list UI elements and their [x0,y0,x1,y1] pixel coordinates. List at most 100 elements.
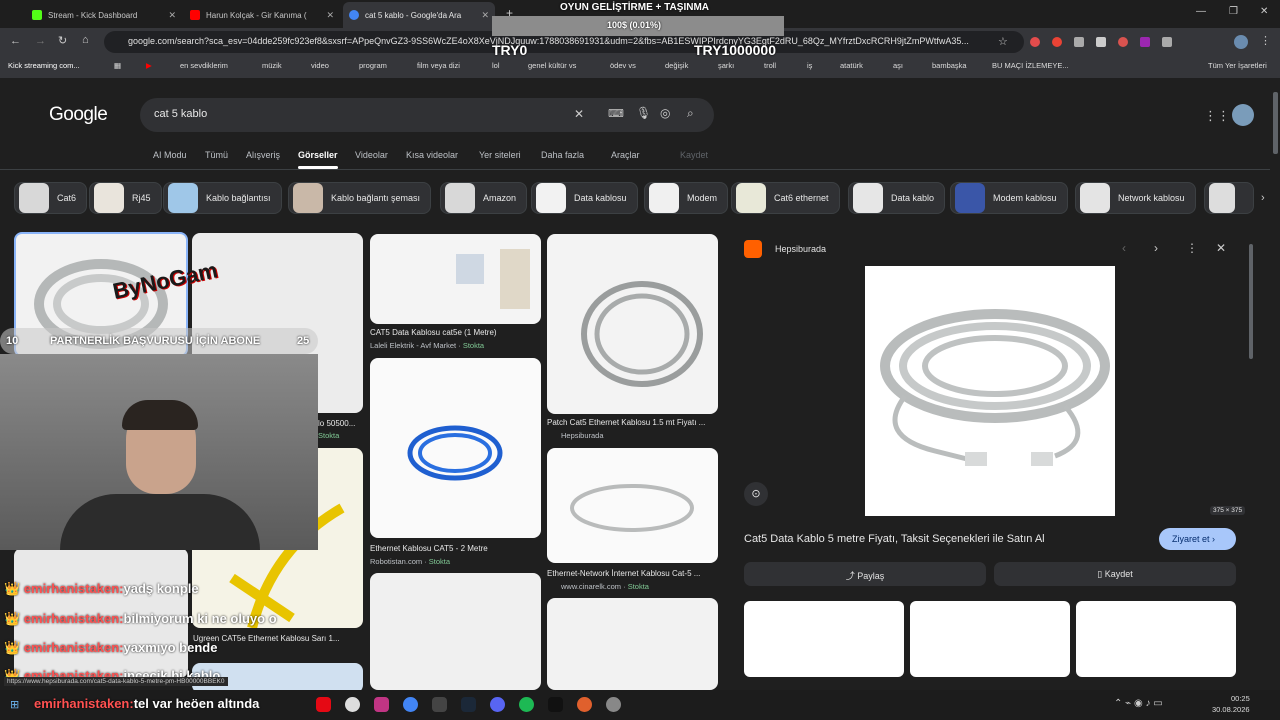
preview-title[interactable]: Cat5 Data Kablo 5 metre Fiyatı, Taksit S… [744,533,1045,545]
tab-short-videos[interactable]: Kısa videolar [406,150,458,160]
chip-amazon[interactable]: Amazon [440,182,528,214]
bookmark-folder[interactable]: video [311,61,329,70]
result-image[interactable] [370,573,541,690]
result-image[interactable] [547,598,718,690]
bookmark-folder[interactable]: film veya dizi [417,61,460,70]
bookmark-folder[interactable]: lol [492,61,500,70]
tab-videos[interactable]: Videolar [355,150,388,160]
tab-shopping[interactable]: Alışveriş [246,150,280,160]
chip-kablo-baglanti-semasi[interactable]: Kablo bağlantı şeması [288,182,432,214]
tab-all[interactable]: Tümü [205,150,228,160]
google-logo[interactable]: Google [49,104,108,126]
close-preview-icon[interactable]: ✕ [1216,241,1226,255]
tab-youtube[interactable]: Harun Kolçak - Gir Kanıma ( ✕ [184,2,340,28]
search-input[interactable]: cat 5 kablo ✕ ⌨ 🎙 ◎ ⌕ [140,98,714,132]
chip-kablo-baglantisi[interactable]: Kablo bağlantısı [163,182,282,214]
chip-network-kablosu[interactable]: Network kablosu [1075,182,1196,214]
clock-time[interactable]: 00:25 [1231,694,1250,703]
bookmark-folder[interactable]: en sevdiklerim [180,61,228,70]
chip-data-kablosu[interactable]: Data kablosu [531,182,638,214]
apps-grid-icon[interactable]: ⋮⋮ [1204,108,1230,124]
bookmark-folder[interactable]: bambaşka [932,61,967,70]
tab-ai-mode[interactable]: AI Modu [153,150,187,160]
clear-icon[interactable]: ✕ [574,107,584,121]
result-caption[interactable]: Ethernet Kablosu CAT5 - 2 Metre [370,544,488,553]
result-caption[interactable]: Patch Cat5 Ethernet Kablosu 1.5 mt Fiyat… [547,418,705,427]
chip-data-kablo[interactable]: Data kablo [848,182,946,214]
more-options-icon[interactable]: ⋮ [1186,241,1198,255]
reload-icon[interactable]: ↻ [58,34,67,47]
tray-icons[interactable]: ⌃ ⌁ ◉ ♪ ▭ [1114,698,1163,709]
bookmark-folder[interactable]: troll [764,61,776,70]
result-image[interactable] [370,234,541,324]
bookmark-folder[interactable]: aşı [893,61,903,70]
chip-more[interactable] [1204,182,1254,214]
related-image[interactable] [1076,601,1236,677]
close-window-icon[interactable]: ✕ [1260,6,1268,17]
chip-cat6-ethernet[interactable]: Cat6 ethernet [731,182,840,214]
bookmark-folder[interactable]: değişik [665,61,688,70]
chip-modem-kablosu[interactable]: Modem kablosu [950,182,1068,214]
taskbar-apps[interactable] [316,697,656,713]
chip-cat6[interactable]: Cat6 [14,182,88,214]
back-icon[interactable]: ← [10,35,21,47]
result-caption[interactable]: CAT5 Data Kablosu cat5e (1 Metre) [370,328,497,337]
bookmark-item[interactable]: Kick streaming com... [8,61,80,70]
related-image[interactable] [910,601,1070,677]
clock-date[interactable]: 30.08.2026 [1212,705,1250,714]
apps-icon[interactable]: ▦ [114,61,121,70]
microphone-icon[interactable]: 🎙 [636,106,651,120]
minimize-icon[interactable]: — [1196,6,1206,17]
chip-rj45[interactable]: Rj45 [89,182,162,214]
close-icon[interactable]: ✕ [326,10,334,21]
tab-save[interactable]: Kaydet [680,150,708,160]
profile-avatar[interactable] [1234,35,1248,49]
menu-icon[interactable]: ⋮ [1260,34,1271,47]
keyboard-icon[interactable]: ⌨ [608,107,624,120]
result-image[interactable] [547,234,718,414]
forward-icon[interactable]: → [35,35,46,47]
lens-search-button[interactable]: ⊙ [744,482,768,506]
bookmark-folder[interactable]: şarkı [718,61,734,70]
maximize-icon[interactable]: ❐ [1229,6,1238,17]
tab-kick[interactable]: Stream - Kick Dashboard ✕ [26,2,182,28]
preview-scrollbar[interactable] [1249,244,1253,359]
chevron-right-icon[interactable]: › [1261,192,1265,204]
bookmark-folder[interactable]: ödev vs [610,61,636,70]
result-caption[interactable]: Ethernet-Network İnternet Kablosu Cat-5 … [547,569,700,578]
result-caption[interactable]: lo 50500... [318,419,355,428]
preview-image[interactable] [865,266,1115,516]
bookmark-item[interactable]: BU MAÇI İZLEMEYE... [992,61,1069,70]
close-icon[interactable]: ✕ [168,10,176,21]
chip-modem[interactable]: Modem [644,182,729,214]
bookmark-star-icon[interactable]: ☆ [998,35,1008,48]
search-icon[interactable]: ⌕ [687,106,694,121]
bookmark-folder[interactable]: program [359,61,387,70]
close-icon[interactable]: ✕ [481,10,489,21]
chevron-right-icon[interactable]: › [1154,241,1158,255]
bookmark-folder[interactable]: iş [807,61,812,70]
tab-images[interactable]: Görseller [298,150,338,160]
home-icon[interactable]: ⌂ [82,34,89,46]
preview-site-name[interactable]: Hepsiburada [775,244,826,254]
visit-button[interactable]: Ziyaret et › [1159,528,1236,550]
bookmark-folder[interactable]: atatürk [840,61,863,70]
lens-icon[interactable]: ◎ [660,106,670,120]
bookmark-folder[interactable]: Tüm Yer İşaretleri [1208,61,1267,70]
tab-google[interactable]: cat 5 kablo - Google'da Ara ✕ [343,2,495,28]
save-button[interactable]: ▯ Kaydet [994,562,1236,586]
youtube-icon[interactable]: ▶ [146,61,152,70]
tab-more[interactable]: Daha fazla [541,150,584,160]
result-image[interactable] [547,448,718,563]
share-button[interactable]: ⤴ Paylaş [744,562,986,586]
bookmark-folder[interactable]: müzik [262,61,282,70]
related-image[interactable] [744,601,904,677]
extension-icons[interactable] [1030,37,1230,47]
chevron-left-icon[interactable]: ‹ [1122,241,1126,255]
start-icon[interactable]: ⊞ [10,698,19,711]
tab-web[interactable]: Yer siteleri [479,150,521,160]
bookmark-folder[interactable]: genel kültür vs [528,61,576,70]
account-avatar[interactable] [1232,104,1254,126]
result-image[interactable] [370,358,541,538]
tab-tools[interactable]: Araçlar [611,150,640,160]
